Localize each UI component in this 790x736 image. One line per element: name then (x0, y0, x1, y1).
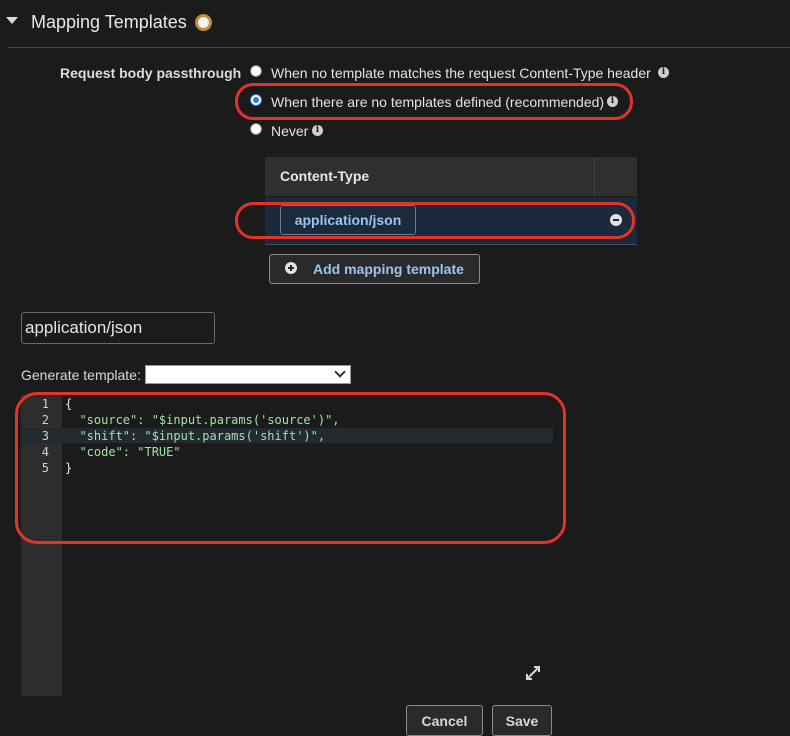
cancel-button[interactable]: Cancel (406, 705, 483, 736)
radio-no-match-label[interactable]: When no template matches the request Con… (271, 65, 651, 81)
add-circle-icon (285, 262, 297, 274)
passthrough-label: Request body passthrough (60, 65, 242, 81)
column-divider (594, 157, 595, 196)
highlight-annotation (235, 83, 633, 120)
generate-template-select[interactable] (145, 365, 351, 384)
expand-icon[interactable] (524, 664, 542, 682)
status-ring-icon (195, 14, 212, 31)
content-type-input[interactable] (21, 312, 215, 344)
info-icon[interactable]: i (658, 67, 669, 78)
collapse-caret-icon[interactable] (6, 17, 18, 24)
row-divider (265, 244, 637, 245)
radio-never-label[interactable]: Never (271, 123, 308, 139)
radio-no-match[interactable] (250, 65, 262, 77)
radio-never[interactable] (250, 123, 262, 135)
info-icon[interactable]: i (312, 125, 323, 136)
generate-template-label: Generate template: (21, 367, 141, 383)
save-button[interactable]: Save (492, 705, 552, 736)
add-mapping-template-label[interactable]: Add mapping template (313, 261, 464, 277)
section-title: Mapping Templates (31, 12, 187, 32)
highlight-annotation (235, 202, 635, 239)
highlight-annotation (15, 392, 566, 544)
header-divider (8, 47, 790, 48)
content-type-header-label: Content-Type (280, 168, 370, 184)
